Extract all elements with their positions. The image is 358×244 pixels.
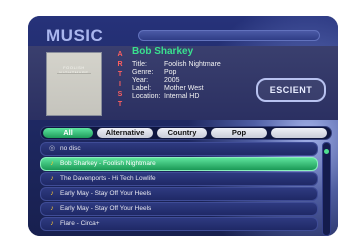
meta-value: Mother West (164, 85, 204, 92)
list-item-label: no disc (60, 145, 81, 152)
meta-value: Internal HD (164, 93, 200, 100)
artist-vertical-label: A R T I S T (116, 50, 124, 110)
music-note-icon: ♪ (50, 190, 54, 197)
music-note-icon: ♪ (50, 220, 54, 227)
list-item[interactable]: ♪ The Davenports - Hi Tech Lowlife (40, 172, 318, 186)
music-note-icon: ♪ (50, 175, 54, 182)
meta-key: Label: (132, 85, 152, 92)
album-art-rule (57, 73, 91, 74)
title-bar-decoration (138, 30, 320, 41)
filter-tab-pop[interactable]: Pop (211, 128, 267, 138)
list-item[interactable]: ◎ no disc (40, 142, 318, 156)
meta-value: Foolish Nightmare (164, 61, 221, 68)
album-art[interactable]: FOOLISH NIGHTMARE (46, 52, 102, 116)
list-item[interactable]: ♪ Flare - Circa+ (40, 217, 318, 231)
meta-label-row: Label: Mother West (132, 85, 204, 93)
list-item-selected[interactable]: ♪ Bob Sharkey - Foolish Nightmare (40, 157, 318, 171)
artist-letter: A (117, 51, 123, 58)
meta-value: 2005 (164, 77, 180, 84)
list-item-label: Flare - Circa+ (60, 220, 100, 227)
list-item-label: Bob Sharkey - Foolish Nightmare (60, 160, 156, 167)
artist-letter: T (117, 71, 123, 78)
list-item-label: Early May - Stay Off Your Heels (60, 190, 152, 197)
artist-letter: R (117, 61, 123, 68)
disc-icon: ◎ (48, 145, 56, 152)
meta-genre-row: Genre: Pop (132, 69, 176, 77)
list-item[interactable]: ♪ Early May - Stay Off Your Heels (40, 202, 318, 216)
meta-key: Location: (132, 93, 161, 100)
music-note-icon: ♪ (50, 160, 54, 167)
artist-letter: S (117, 91, 123, 98)
meta-value: Pop (164, 69, 177, 76)
page-title: MUSIC (46, 26, 104, 45)
genre-filter-bar: All Alternative Country Pop (40, 126, 332, 140)
meta-title-row: Title: Foolish Nightmare (132, 61, 221, 69)
list-scrollbar[interactable] (322, 142, 331, 236)
filter-tab-all[interactable]: All (43, 128, 93, 138)
list-item-label: The Davenports - Hi Tech Lowlife (60, 175, 156, 182)
meta-year-row: Year: 2005 (132, 77, 180, 85)
artist-letter: I (119, 81, 121, 88)
meta-key: Title: (132, 61, 147, 68)
scroll-thumb[interactable] (324, 149, 329, 154)
music-screen: MUSIC FOOLISH NIGHTMARE A R T I S T Bob … (28, 16, 338, 236)
meta-key: Year: (132, 77, 149, 84)
music-note-icon: ♪ (50, 205, 54, 212)
filter-tab-country[interactable]: Country (157, 128, 207, 138)
artist-letter: T (117, 101, 123, 108)
artist-name: Bob Sharkey (132, 46, 194, 57)
meta-location-row: Location: Internal HD (132, 93, 199, 101)
brand-logo: ESCIENT (256, 78, 326, 102)
meta-key: Genre: (132, 69, 154, 76)
filter-tab-alternative[interactable]: Alternative (97, 128, 153, 138)
filter-tab-more[interactable] (271, 128, 327, 138)
list-item[interactable]: ♪ Early May - Stay Off Your Heels (40, 187, 318, 201)
list-item-label: Early May - Stay Off Your Heels (60, 205, 152, 212)
